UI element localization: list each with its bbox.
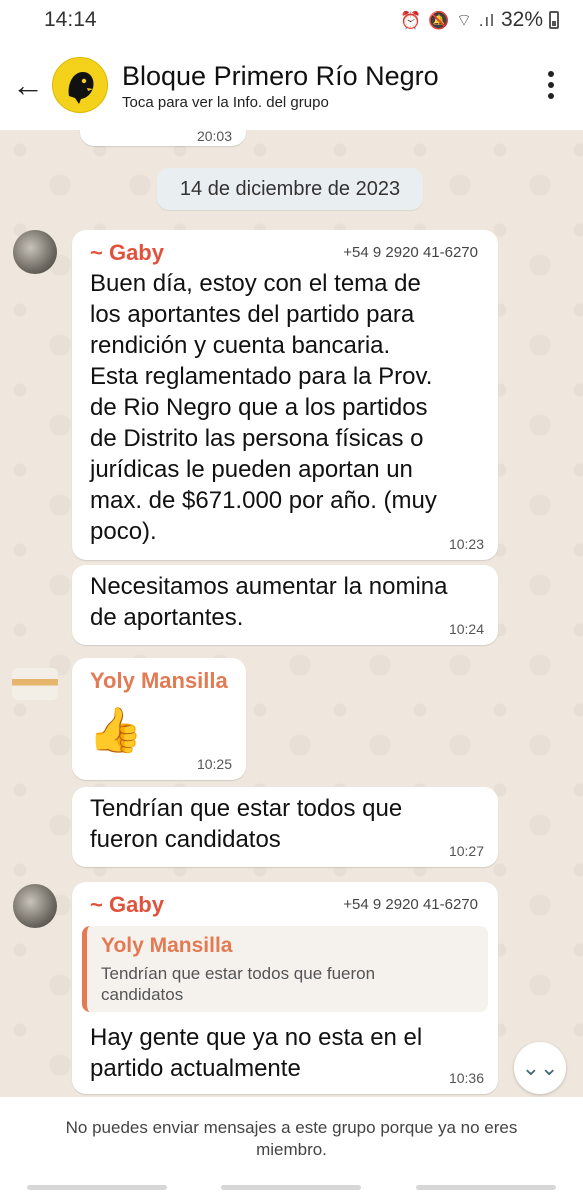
scroll-to-bottom-button[interactable]: ⌄⌄ [514,1042,566,1094]
message-text: Buen día, estoy con el tema de los aport… [90,270,437,545]
message-bubble[interactable]: ~ Gaby +54 9 2920 41-6270 Buen día, esto… [72,230,498,560]
group-subtitle: Toca para ver la Info. del grupo [122,93,329,111]
chat-header: ← Bloque Primero Río Negro Toca para ver… [0,40,583,130]
sender-phone[interactable]: +54 9 2920 41-6270 [343,244,478,261]
message-bubble[interactable]: Necesitamos aumentar la nomina de aporta… [72,565,498,645]
message-time: 20:03 [196,130,232,144]
avatar-gaby[interactable] [13,884,57,928]
overflow-menu-icon[interactable] [531,60,571,110]
nav-handle[interactable] [221,1185,362,1190]
sender-name[interactable]: Yoly Mansilla [90,668,228,694]
quoted-reply[interactable]: Yoly Mansilla Tendrían que estar todos q… [82,926,488,1012]
message-bubble-partial[interactable]: 20:03 [80,130,246,146]
message-text: Tendrían que estar todos que fueron cand… [90,795,403,853]
sender-name[interactable]: ~ Gaby [90,892,164,918]
quoted-sender: Yoly Mansilla [101,934,233,957]
sender-name[interactable]: ~ Gaby [90,240,164,266]
date-separator: 14 de diciembre de 2023 [157,168,423,210]
back-arrow-icon[interactable]: ← [6,63,50,107]
chevron-down-icon: ⌄⌄ [521,1055,559,1080]
status-icons: ⏰ 🔕 ⌔ .ıl [400,10,495,30]
message-time: 10:27 [448,843,484,859]
battery-icon [549,11,559,29]
message-text: Hay gente que ya no esta en el partido a… [90,1024,423,1082]
avatar-gaby[interactable] [13,230,57,274]
status-icons-group: ⏰ 🔕 ⌔ .ıl 32% [400,8,559,32]
sender-phone[interactable]: +54 9 2920 41-6270 [343,896,478,913]
message-bubble[interactable]: ~ Gaby +54 9 2920 41-6270 Yoly Mansilla … [72,882,498,1094]
message-bubble[interactable]: Yoly Mansilla 👍 10:25 [72,658,246,780]
message-time: 10:23 [448,536,484,552]
group-title: Bloque Primero Río Negro [122,60,439,91]
message-time: 10:24 [448,621,484,637]
status-time: 14:14 [44,8,97,31]
message-text: Necesitamos aumentar la nomina de aporta… [90,573,448,631]
system-navigation-bar [0,1185,583,1190]
group-avatar[interactable] [52,57,108,113]
thumbs-up-emoji: 👍 [88,706,143,755]
chat-area[interactable]: 20:03 14 de diciembre de 2023 ~ Gaby +54… [0,130,583,1097]
battery-percent: 32% [500,8,543,31]
chat-title-block[interactable]: Bloque Primero Río Negro Toca para ver l… [122,60,531,111]
lion-logo-icon [54,59,106,111]
not-member-notice: No puedes enviar mensajes a este grupo p… [65,1118,518,1159]
quoted-text: Tendrían que estar todos que fueron cand… [101,964,376,1004]
message-time: 10:36 [448,1070,484,1086]
status-bar: 14:14 ⏰ 🔕 ⌔ .ıl 32% [0,0,583,40]
avatar-yoly[interactable] [12,668,58,700]
message-bubble[interactable]: Tendrían que estar todos que fueron cand… [72,787,498,867]
nav-handle[interactable] [27,1185,168,1190]
nav-handle[interactable] [415,1185,556,1190]
input-disabled-footer: No puedes enviar mensajes a este grupo p… [0,1097,583,1200]
message-time: 10:25 [196,756,232,772]
